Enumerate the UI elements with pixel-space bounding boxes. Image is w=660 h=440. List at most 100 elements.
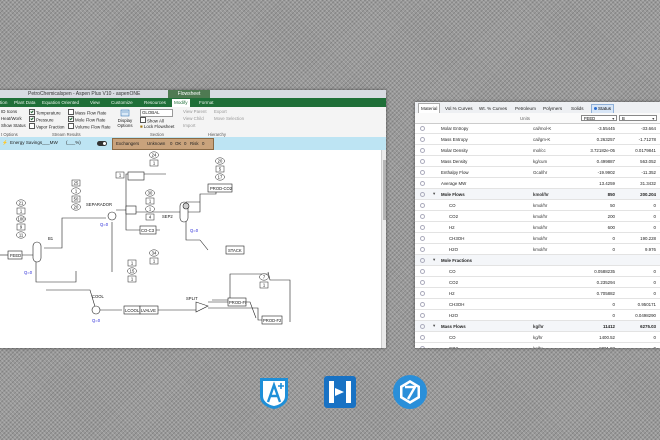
table-row[interactable]: Molar Entropy cal/mol-K -3.55445 -33.664 [415,123,660,134]
view-child-button[interactable]: View Child [183,116,204,121]
tab-solids[interactable]: Solids [569,104,586,113]
block-b1[interactable] [32,241,42,263]
aspen-hysys-app[interactable] [322,374,358,410]
row-units: kg/cum [533,158,548,164]
lock-flowsheet-button[interactable]: ■ Lock Flowsheet [140,124,174,129]
table-row[interactable]: CO kg/hr 1400.52 0 [415,332,660,343]
import-button[interactable]: Import [183,123,195,128]
table-section-row[interactable]: ▾ Mole Flows kmol/hr 850 200.204 [415,189,660,200]
row-label: Mole Flows [441,191,465,197]
duty-separador: Q=0 [100,222,109,227]
table-row[interactable]: CO2 0.235294 0 [415,277,660,288]
block-cool[interactable] [91,305,101,315]
ribbon-vapor-fraction[interactable]: Vapor Fraction [29,123,64,130]
menu-equation-oriented[interactable]: Equation Oriented [42,100,79,105]
row-label: Mass Entropy [441,136,468,142]
aspen-plus-app[interactable] [256,374,292,410]
menu-prefix[interactable]: tion [0,100,7,105]
table-row[interactable]: CO2 kg/hr 8801.98 0 [415,343,660,348]
ribbon-volume-flow-rate[interactable]: Volume Flow Rate [68,123,111,130]
table-row[interactable]: CH3OH 0 0.950171 [415,299,660,310]
table-row[interactable]: H2O kmol/hr 0 9.976 [415,244,660,255]
ribbon-pressure[interactable]: Pressure [29,116,54,123]
view-parent-button[interactable]: View Parent [183,109,207,114]
block-top-stream[interactable] [127,171,145,181]
row-label: Molar Density [441,147,468,153]
ribbon-show-status[interactable]: Show Status [1,123,26,128]
units-header: Units [520,116,531,121]
menu-bar: tion Plant Data Equation Oriented View C… [0,98,386,114]
ribbon-mass-flow-rate[interactable]: Mass Flow Rate [68,109,106,116]
ribbon-temperature[interactable]: Temperature [29,109,61,116]
table-row[interactable]: H2 0.705882 0 [415,288,660,299]
stream-select-2[interactable]: B ▼ [619,115,657,121]
label-lvalve: LVALVE [141,308,156,313]
row-value-b: 0 [653,224,656,230]
menu-view[interactable]: View [90,100,100,105]
table-row[interactable]: H2 kmol/hr 600 0 [415,222,660,233]
row-marker-icon [420,269,425,274]
table-row[interactable]: CO 0.0588235 0 [415,266,660,277]
block-sep2-heater[interactable] [182,202,190,210]
table-row[interactable]: Mass Entropy cal/gm-K 0.263257 -1.71278 [415,134,660,145]
table-row[interactable]: H2O 0 0.0498290 [415,310,660,321]
row-marker-icon [420,192,425,197]
exchangers-panel[interactable]: Exchangers Unknown 0 OK 0 Risk 0 [112,138,214,150]
row-units: Gcal/hr [533,169,548,175]
menu-resources[interactable]: Resources [144,100,166,105]
move-selection-button[interactable]: Move Selection [214,116,244,121]
menu-customize[interactable]: Customize [111,100,133,105]
row-label: H2 [449,224,455,230]
show-all-button[interactable]: Show All [140,117,164,124]
block-separador[interactable] [107,211,117,221]
block-split[interactable] [195,301,209,313]
exchangers-unknown-label: Unknown [147,141,166,146]
ribbon-id-icons[interactable]: ID Icons [1,109,17,114]
ribbon-heat-work[interactable]: Heat/Work [1,116,22,121]
menu-plant-data[interactable]: Plant Data [14,100,35,105]
duty-cool: Q=0 [92,318,101,323]
energy-toggle[interactable] [97,141,107,146]
row-units: kmol/hr [533,202,548,208]
table-row[interactable]: Average MW 13.4259 31.3432 [415,178,660,189]
table-row[interactable]: CO kmol/hr 50 0 [415,200,660,211]
stream-select-1[interactable]: FEED ▼ [581,115,617,121]
menu-format[interactable]: Format [199,100,214,105]
table-row[interactable]: CO2 kmol/hr 200 0 [415,211,660,222]
ribbon-mole-flow-rate[interactable]: Mole Flow Rate [68,116,106,123]
aspen-adsim-app[interactable] [392,374,428,410]
flowsheet-context-tab[interactable]: Flowsheet [168,90,210,98]
section-select[interactable]: GLOBAL [140,109,173,117]
stream-tag-label: 20 [74,205,79,210]
tab-material[interactable]: Material [418,103,441,113]
results-table: Molar Entropy cal/mol-K -3.55445 -33.664 Mas… [415,123,660,348]
export-button[interactable]: Export [214,109,227,114]
tab-wt-curves[interactable]: Wt. % Curves [477,104,509,113]
table-row[interactable]: CH3OH kmol/hr 0 190.228 [415,233,660,244]
collapse-icon[interactable]: ▾ [433,257,435,263]
exchangers-ok-label: OK [175,141,182,146]
block-mid-stream[interactable] [125,205,137,215]
stream-tag-label: 15 [130,269,135,274]
table-row[interactable]: Molar Density mol/cc 3.72182e-05 0.0179841 [415,145,660,156]
table-row[interactable]: Enthalpy Flow Gcal/hr -19.9902 -11.352 [415,167,660,178]
label-lcool: LCOOL [125,308,140,313]
row-value-b: 0 [653,202,656,208]
label-prod-co2: PROD-CO2 [210,186,233,191]
collapse-icon[interactable]: ▾ [433,191,435,197]
energy-analysis-bar: ⚡ Energy Savings ___MW (___%) Exchangers… [0,137,386,151]
vertical-scrollbar[interactable] [381,150,386,348]
menu-modify[interactable]: Modify [172,99,190,107]
table-row[interactable]: Mass Density kg/cum 0.499887 563.052 [415,156,660,167]
table-section-row[interactable]: ▾ Mass Flows kg/hr 11412 6275.03 [415,321,660,332]
tab-vol-curves[interactable]: Vol.% Curves [443,104,475,113]
display-options-button[interactable]: Display Options [114,109,136,128]
flowsheet-canvas[interactable]: FEED B1 SEPARADOR SEP2 COOL LCOOL LVALVE… [0,150,382,348]
tab-polymers[interactable]: Polymers [541,104,564,113]
row-value-feed: 0.499887 [596,158,615,164]
table-section-row[interactable]: ▾ Mole Fractions [415,255,660,266]
row-value-feed: 11412 [603,323,615,329]
tab-petroleum[interactable]: Petroleum [513,104,538,113]
collapse-icon[interactable]: ▾ [433,323,435,329]
scrollbar-thumb[interactable] [382,160,386,220]
